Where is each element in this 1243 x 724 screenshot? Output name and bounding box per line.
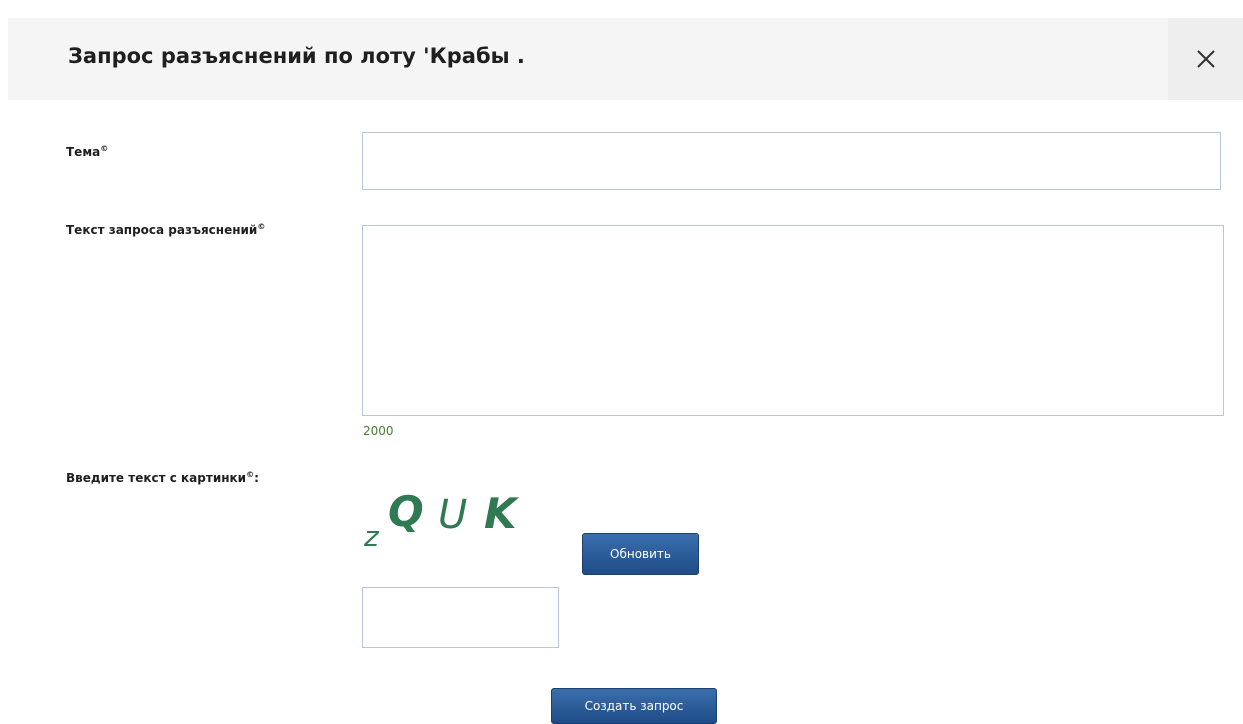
close-button[interactable] bbox=[1168, 18, 1243, 100]
captcha-glyph: Q bbox=[388, 487, 424, 536]
char-counter: 2000 bbox=[363, 424, 394, 438]
required-mark: © bbox=[100, 144, 109, 153]
subject-input[interactable] bbox=[362, 132, 1221, 190]
request-text-label: Текст запроса разъяснений© bbox=[66, 222, 266, 237]
required-mark: © bbox=[246, 470, 255, 479]
captcha-glyph: z bbox=[363, 520, 380, 553]
dialog-title: Запрос разъяснений по лоту 'Крабы . bbox=[68, 44, 525, 68]
captcha-input[interactable] bbox=[362, 587, 559, 648]
request-text-area[interactable] bbox=[362, 225, 1224, 416]
captcha-glyph: K bbox=[484, 489, 520, 538]
captcha-glyph: U bbox=[438, 492, 467, 538]
refresh-captcha-button[interactable]: Обновить bbox=[582, 533, 699, 575]
subject-label: Тема© bbox=[66, 144, 109, 159]
captcha-label: Введите текст с картинки©: bbox=[66, 470, 259, 485]
close-icon bbox=[1197, 50, 1215, 68]
required-mark: © bbox=[257, 222, 266, 231]
captcha-image: z Q U K bbox=[363, 487, 520, 553]
create-request-button[interactable]: Создать запрос bbox=[551, 688, 717, 724]
dialog-header: Запрос разъяснений по лоту 'Крабы . bbox=[8, 18, 1168, 100]
clarification-request-dialog: Запрос разъяснений по лоту 'Крабы . Тема… bbox=[0, 0, 1243, 724]
